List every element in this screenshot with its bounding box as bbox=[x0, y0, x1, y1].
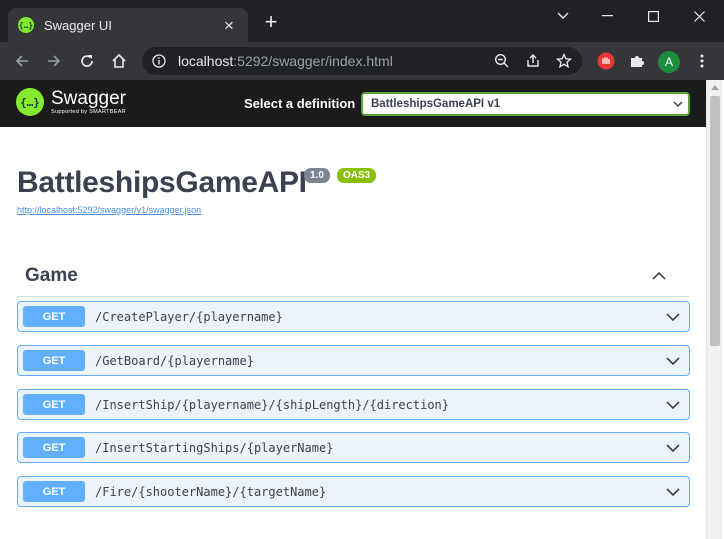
chevron-up-icon[interactable] bbox=[648, 265, 670, 287]
tag-name: Game bbox=[25, 265, 78, 286]
spec-json-link[interactable]: http://localhost:5292/swagger/v1/swagger… bbox=[17, 205, 201, 215]
extensions-puzzle-icon[interactable] bbox=[627, 51, 647, 71]
browser-tab[interactable]: {…} Swagger UI × bbox=[8, 8, 248, 42]
chevron-down-icon[interactable] bbox=[663, 438, 683, 458]
tab-close-icon[interactable]: × bbox=[220, 17, 238, 34]
browser-tab-strip: {…} Swagger UI × + bbox=[0, 0, 724, 42]
api-title: BattleshipsGameAPI bbox=[17, 166, 307, 199]
operation-path: /GetBoard/{playername} bbox=[95, 353, 254, 368]
scroll-up-arrow-icon[interactable] bbox=[711, 85, 719, 90]
browser-menu-icon[interactable] bbox=[692, 51, 712, 71]
site-info-icon[interactable] bbox=[152, 54, 166, 68]
window-maximize-icon[interactable] bbox=[630, 0, 676, 32]
extension-stop-icon[interactable] bbox=[596, 51, 616, 71]
window-minimize-icon[interactable] bbox=[584, 0, 630, 32]
swagger-logo-name: Swagger bbox=[51, 87, 126, 109]
operation-get-board[interactable]: GET /GetBoard/{playername} bbox=[17, 345, 690, 376]
swagger-logo[interactable]: {…} Swagger Supported by SMARTBEAR bbox=[16, 88, 126, 116]
operation-path: /CreatePlayer/{playername} bbox=[95, 309, 283, 324]
reload-icon[interactable] bbox=[75, 49, 99, 73]
operation-path: /InsertStartingShips/{playerName} bbox=[95, 440, 334, 455]
browser-toolbar: localhost:5292/swagger/index.html A bbox=[0, 42, 724, 80]
tag-section-game[interactable]: Game bbox=[17, 256, 690, 297]
oas-badge: OAS3 bbox=[337, 168, 377, 183]
back-arrow-icon[interactable] bbox=[10, 49, 34, 73]
swagger-logo-icon: {…} bbox=[16, 88, 44, 116]
operation-path: /Fire/{shooterName}/{targetName} bbox=[95, 484, 327, 499]
address-url: localhost:5292/swagger/index.html bbox=[178, 53, 393, 69]
definition-selected-value: BattleshipsGameAPI v1 bbox=[371, 98, 501, 110]
version-badge: 1.0 bbox=[304, 168, 330, 183]
operation-fire[interactable]: GET /Fire/{shooterName}/{targetName} bbox=[17, 476, 690, 507]
home-icon[interactable] bbox=[107, 49, 131, 73]
operation-create-player[interactable]: GET /CreatePlayer/{playername} bbox=[17, 301, 690, 332]
tab-search-chevron-icon[interactable] bbox=[540, 0, 586, 32]
chevron-down-icon bbox=[668, 94, 688, 114]
scrollbar-thumb[interactable] bbox=[710, 96, 720, 346]
swagger-logo-subtitle: Supported by SMARTBEAR bbox=[51, 108, 126, 115]
method-badge: GET bbox=[23, 437, 85, 458]
bookmark-star-icon[interactable] bbox=[554, 51, 574, 71]
operation-insert-ship[interactable]: GET /InsertShip/{playername}/{shipLength… bbox=[17, 389, 690, 420]
method-badge: GET bbox=[23, 394, 85, 415]
chevron-down-icon[interactable] bbox=[663, 307, 683, 327]
zoom-icon[interactable] bbox=[492, 51, 512, 71]
share-icon[interactable] bbox=[523, 51, 543, 71]
address-bar[interactable]: localhost:5292/swagger/index.html bbox=[142, 47, 582, 75]
operation-path: /InsertShip/{playername}/{shipLength}/{d… bbox=[95, 397, 450, 412]
operation-insert-starting-ships[interactable]: GET /InsertStartingShips/{playerName} bbox=[17, 432, 690, 463]
forward-arrow-icon[interactable] bbox=[42, 49, 66, 73]
method-badge: GET bbox=[23, 481, 85, 502]
new-tab-button[interactable]: + bbox=[260, 11, 282, 34]
definition-select[interactable]: BattleshipsGameAPI v1 bbox=[361, 92, 690, 116]
window-close-icon[interactable] bbox=[676, 0, 722, 32]
page-scrollbar[interactable] bbox=[706, 80, 722, 539]
swagger-topbar: {…} Swagger Supported by SMARTBEAR Selec… bbox=[0, 80, 706, 127]
chevron-down-icon[interactable] bbox=[663, 482, 683, 502]
page-viewport: {…} Swagger Supported by SMARTBEAR Selec… bbox=[0, 80, 724, 539]
swagger-favicon-icon: {…} bbox=[18, 17, 34, 33]
chevron-down-icon[interactable] bbox=[663, 351, 683, 371]
definition-label: Select a definition bbox=[244, 96, 356, 111]
method-badge: GET bbox=[23, 306, 85, 327]
profile-avatar[interactable]: A bbox=[658, 51, 680, 73]
method-badge: GET bbox=[23, 350, 85, 371]
tab-title: Swagger UI bbox=[44, 17, 112, 33]
chevron-down-icon[interactable] bbox=[663, 395, 683, 415]
